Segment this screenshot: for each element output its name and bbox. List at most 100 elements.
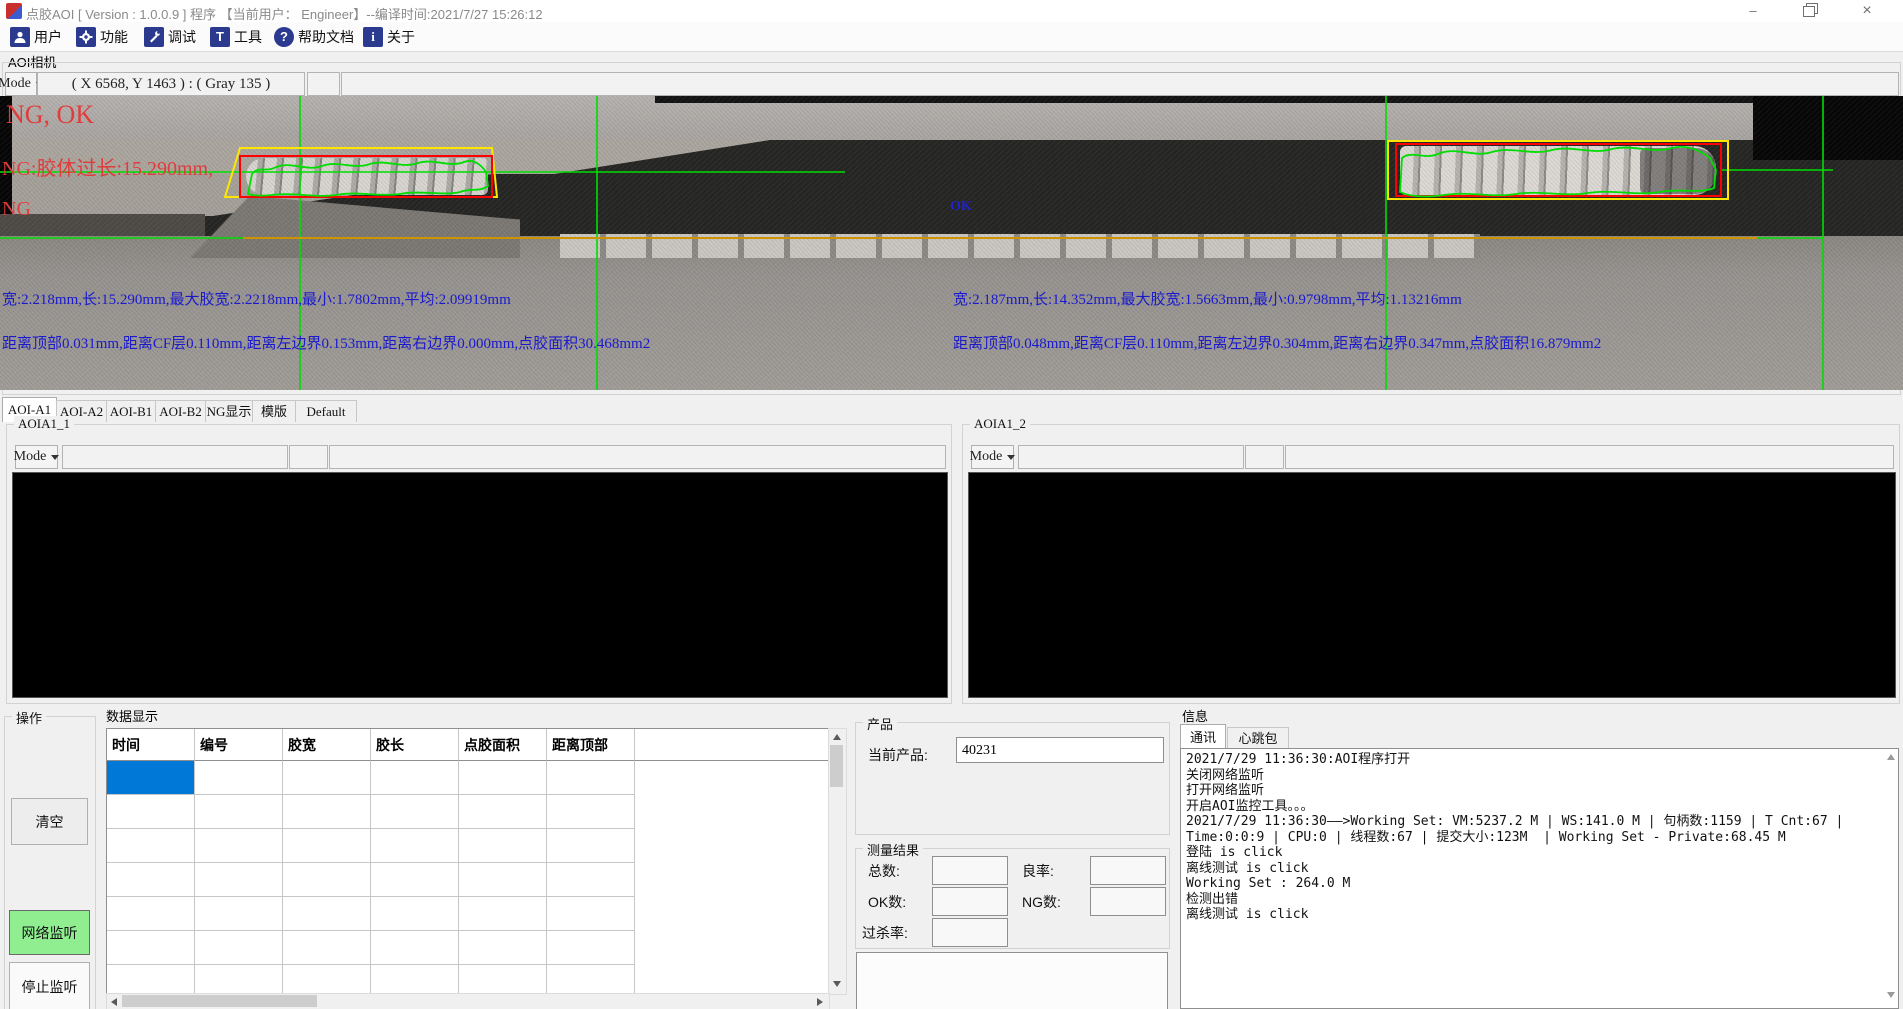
menu-tools[interactable]: T 工具	[210, 25, 262, 48]
panel2-field-2[interactable]	[1245, 445, 1284, 469]
menu-function[interactable]: 功能	[76, 25, 128, 48]
tab-comm[interactable]: 通讯	[1180, 724, 1226, 750]
table-row[interactable]	[107, 829, 829, 863]
ng-flag-text: NG	[2, 198, 31, 221]
scroll-up-icon[interactable]	[1887, 754, 1895, 760]
ok-count-label: OK数:	[868, 892, 906, 912]
total-count-field[interactable]	[932, 856, 1008, 885]
tools-icon: T	[210, 27, 230, 47]
table-vscrollbar[interactable]	[828, 728, 847, 995]
scroll-up-icon[interactable]	[833, 734, 841, 740]
about-icon: i	[363, 27, 383, 47]
data-table[interactable]: 时间 编号 胶宽 胶长 点胶面积 距离顶部	[106, 728, 830, 995]
log-line: 2021/7/29 11:36:30——>Working Set: VM:523…	[1186, 814, 1843, 829]
menu-debug[interactable]: 调试	[144, 25, 196, 48]
col-header-id[interactable]: 编号	[195, 729, 283, 761]
panel2-field-1[interactable]	[1018, 445, 1244, 469]
restore-icon	[1803, 6, 1815, 17]
panel1-field-1[interactable]	[62, 445, 288, 469]
left-measure-line1: 宽:2.218mm,长:15.290mm,最大胶宽:2.2218mm,最小:1.…	[2, 288, 511, 309]
restore-button[interactable]	[1788, 0, 1832, 22]
data-table-label: 数据显示	[106, 706, 158, 725]
chevron-down-icon	[1007, 455, 1015, 460]
ok-count-field[interactable]	[932, 887, 1008, 916]
scroll-down-icon[interactable]	[1887, 992, 1895, 998]
log-line: 关闭网络监听	[1186, 768, 1264, 783]
table-hscrollbar[interactable]	[106, 993, 830, 1009]
log-line: 开启AOI监控工具。。。	[1186, 799, 1313, 814]
camera-field-3[interactable]	[341, 72, 1899, 96]
right-measure-line2: 距离顶部0.048mm,距离CF层0.110mm,距离左边界0.304mm,距离…	[953, 332, 1601, 353]
camera-mode-dropdown[interactable]: Mode	[5, 72, 37, 96]
yield-rate-label: 良率:	[1022, 861, 1054, 881]
tab-heartbeat[interactable]: 心跳包	[1227, 727, 1289, 750]
yield-rate-field[interactable]	[1090, 856, 1166, 885]
overkill-rate-field[interactable]	[932, 918, 1008, 947]
left-measure-line2: 距离顶部0.031mm,距离CF层0.110mm,距离左边界0.153mm,距离…	[2, 332, 650, 353]
table-row[interactable]	[107, 897, 829, 931]
panel1-mode-dropdown[interactable]: Mode	[15, 445, 58, 469]
tab-ng-display[interactable]: NG显示	[205, 400, 253, 422]
results-label: 测量结果	[863, 840, 923, 859]
log-scrollbar[interactable]	[1884, 752, 1897, 1005]
scroll-right-icon[interactable]	[817, 998, 823, 1006]
panel1-field-2[interactable]	[289, 445, 328, 469]
camera-field-2[interactable]	[307, 72, 340, 96]
gear-icon	[76, 27, 96, 47]
log-line: 2021/7/29 11:36:30:AOI程序打开	[1186, 752, 1410, 767]
center-ok-text: OK	[950, 199, 972, 215]
log-line: Working Set : 264.0 M	[1186, 876, 1350, 891]
col-header-glue-length[interactable]: 胶长	[371, 729, 459, 761]
col-header-dist-top[interactable]: 距离顶部	[547, 729, 635, 761]
info-label: 信息	[1182, 706, 1208, 725]
scroll-left-icon[interactable]	[111, 998, 117, 1006]
log-line: 检测出错	[1186, 892, 1238, 907]
network-listen-button[interactable]: 网络监听	[9, 910, 90, 955]
table-row[interactable]	[107, 795, 829, 829]
menu-help-label: 帮助文档	[298, 27, 354, 47]
selected-cell[interactable]	[107, 761, 195, 795]
product-label: 产品	[863, 714, 897, 733]
ng-count-label: NG数:	[1022, 892, 1061, 912]
ng-count-field[interactable]	[1090, 887, 1166, 916]
log-line: Time:0:0:9 | CPU:0 | 线程数:67 | 提交大小:123M …	[1186, 830, 1786, 845]
tab-aoi-b2[interactable]: AOI-B2	[155, 400, 206, 422]
tab-default[interactable]: Default	[295, 400, 357, 422]
col-header-glue-area[interactable]: 点胶面积	[459, 729, 547, 761]
menu-about[interactable]: i 关于	[363, 25, 415, 48]
panel2-mode-label: Mode	[970, 449, 1003, 465]
col-header-glue-width[interactable]: 胶宽	[283, 729, 371, 761]
col-header-time[interactable]: 时间	[107, 729, 195, 761]
log-line: 离线测试 is click	[1186, 907, 1308, 922]
minimize-button[interactable]: –	[1731, 0, 1775, 22]
panel2-image-view[interactable]	[968, 472, 1896, 698]
stop-listen-button[interactable]: 停止监听	[9, 962, 90, 1009]
table-row[interactable]	[107, 931, 829, 965]
header-filler	[635, 729, 829, 761]
menu-user[interactable]: 用户	[10, 25, 62, 48]
panel2-field-3[interactable]	[1285, 445, 1894, 469]
comm-log[interactable]: 2021/7/29 11:36:30:AOI程序打开 关闭网络监听 打开网络监听…	[1180, 748, 1899, 1009]
table-row[interactable]	[107, 863, 829, 897]
clear-button[interactable]: 清空	[11, 798, 88, 845]
menu-debug-label: 调试	[168, 27, 196, 47]
vscroll-thumb[interactable]	[830, 745, 843, 787]
toolbar: 用户 功能 调试 T 工具 ? 帮助文档 i 关于	[0, 22, 1903, 52]
scroll-down-icon[interactable]	[833, 981, 841, 987]
wrench-icon	[144, 27, 164, 47]
current-product-field[interactable]: 40231	[956, 737, 1164, 763]
hscroll-thumb[interactable]	[122, 995, 317, 1007]
panel1-field-3[interactable]	[329, 445, 946, 469]
panel1-image-view[interactable]	[12, 472, 948, 698]
tab-template[interactable]: 模版	[252, 400, 296, 422]
panel-aoia1-1-label: AOIA1_1	[14, 416, 74, 432]
camera-coord-field[interactable]: ( X 6568, Y 1463 ) : ( Gray 135 )	[37, 72, 305, 96]
panel2-mode-dropdown[interactable]: Mode	[971, 445, 1014, 469]
user-icon	[10, 27, 30, 47]
table-row[interactable]	[107, 965, 829, 995]
table-row[interactable]	[107, 761, 829, 795]
close-button[interactable]: ×	[1845, 0, 1889, 22]
menu-help[interactable]: ? 帮助文档	[274, 25, 354, 48]
tab-aoi-b1[interactable]: AOI-B1	[106, 400, 156, 422]
camera-image[interactable]: NG, OK NG:胶体过长:15.290mm, NG OK 宽:2.218mm…	[0, 96, 1903, 390]
